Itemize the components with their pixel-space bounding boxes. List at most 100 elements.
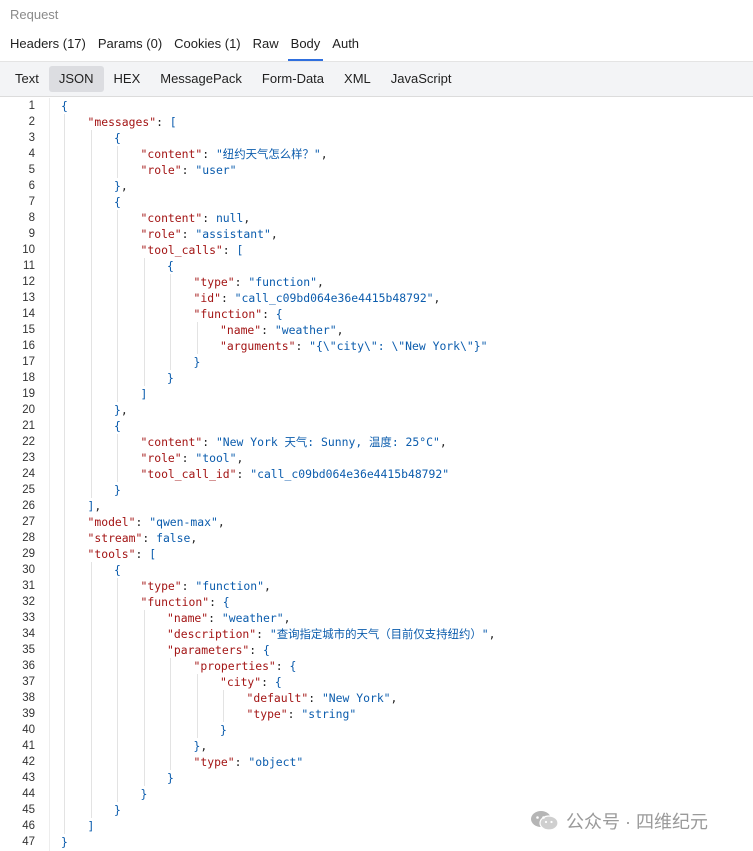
code-token: "查询指定城市的天气（目前仅支持纽约）" (269, 627, 489, 641)
indent-guide (64, 114, 65, 834)
line-number: 14 (22, 308, 35, 320)
code-token: } (167, 771, 174, 785)
code-token: "id" (193, 291, 221, 305)
code-token: : (222, 243, 237, 257)
code-token: "name" (220, 323, 262, 337)
code-token: , (94, 499, 102, 513)
line-number: 44 (22, 788, 35, 800)
code-line: { (61, 98, 68, 114)
code-token: null (215, 211, 244, 225)
code-line: "id": "call_c09bd064e36e4415b48792", (194, 290, 441, 306)
code-token: : (202, 211, 216, 225)
code-line: ] (88, 818, 95, 834)
code-token: "weather" (221, 611, 284, 625)
line-number: 23 (22, 452, 35, 464)
code-token: : (234, 275, 249, 289)
subtab-hex[interactable]: HEX (104, 66, 151, 92)
wechat-icon (530, 809, 560, 833)
line-number: 40 (22, 724, 35, 736)
indent-guide (170, 274, 171, 370)
code-line: "messages": [ (88, 114, 177, 130)
code-line: } (114, 482, 121, 498)
code-token: "tools" (87, 547, 136, 561)
code-token: } (167, 371, 174, 385)
code-token: "function" (193, 307, 263, 321)
indent-guide (90, 562, 92, 818)
line-number: 35 (22, 644, 35, 656)
code-token: "weather" (274, 323, 337, 337)
code-line: "tool_calls": [ (141, 242, 244, 258)
code-line: { (114, 562, 121, 578)
code-token: { (275, 307, 283, 321)
indent-guide (223, 690, 224, 722)
code-token: "name" (167, 611, 209, 625)
line-number: 10 (22, 244, 35, 256)
line-number: 37 (22, 676, 35, 688)
line-number: 41 (22, 740, 35, 752)
tab-params[interactable]: Params (0) (92, 34, 168, 61)
subtab-messagepack[interactable]: MessagePack (150, 66, 252, 92)
line-number: 2 (28, 116, 35, 128)
code-line: "arguments": "{\"city\": \"New York\"}" (220, 338, 487, 354)
line-number: 29 (22, 548, 35, 560)
line-number: 3 (28, 132, 35, 144)
code-token: "type" (193, 275, 235, 289)
line-number: 7 (28, 196, 35, 208)
code-token: , (217, 515, 225, 529)
code-token: : (202, 147, 216, 161)
code-token: : (262, 307, 276, 321)
subtab-form-data[interactable]: Form-Data (252, 66, 334, 92)
subtab-xml[interactable]: XML (334, 66, 381, 92)
code-token: , (439, 435, 447, 449)
code-token: : (287, 707, 302, 721)
code-token: "type" (140, 579, 182, 593)
subtab-text[interactable]: Text (5, 66, 49, 92)
code-line: "content": "纽约天气怎么样？", (141, 146, 328, 162)
code-token: ] (87, 819, 95, 833)
code-token: : (135, 547, 150, 561)
code-token: , (120, 403, 128, 417)
code-token: : (135, 515, 150, 529)
code-line: "content": "New York 天气: Sunny, 温度: 25°C… (141, 434, 447, 450)
code-token: } (193, 355, 201, 369)
tab-auth[interactable]: Auth (326, 34, 365, 61)
code-token: "stream" (87, 531, 143, 545)
code-line: { (114, 418, 121, 434)
code-token: "New York 天气: Sunny, 温度: 25°C" (215, 435, 440, 449)
tab-headers[interactable]: Headers (17) (0, 34, 92, 61)
code-token: "content" (140, 435, 203, 449)
line-number: 36 (22, 660, 35, 672)
indent-guide (90, 130, 92, 498)
code-token: "assistant" (195, 227, 271, 241)
request-tabs: Headers (17) Params (0) Cookies (1) Raw … (0, 34, 365, 61)
line-number: 13 (22, 292, 35, 304)
code-token: ] (140, 387, 148, 401)
tab-cookies[interactable]: Cookies (1) (168, 34, 246, 61)
code-token: { (114, 131, 121, 145)
code-line: "type": "object" (194, 754, 304, 770)
code-token: : (181, 227, 196, 241)
line-number: 45 (22, 804, 35, 816)
line-number: 17 (22, 356, 35, 368)
code-token: "content" (140, 211, 203, 225)
json-code-viewer[interactable]: 1 2 3 4 5 6 7 8 9 10 11 12 13 14 15 16 17 18 19 20 21 22 23 24 2… (0, 98, 753, 851)
code-token: { (114, 195, 121, 209)
code-token: , (263, 579, 271, 593)
subtab-javascript[interactable]: JavaScript (381, 66, 462, 92)
code-token: "role" (140, 451, 182, 465)
code-token: , (243, 211, 251, 225)
code-line: "parameters": { (167, 642, 270, 658)
code-line: "role": "assistant", (141, 226, 278, 242)
code-line: "role": "tool", (141, 450, 244, 466)
code-line: { (167, 258, 174, 274)
tab-body[interactable]: Body (285, 34, 327, 61)
code-token: : (236, 467, 251, 481)
code-token: : (249, 643, 264, 657)
code-line: "city": { (220, 674, 282, 690)
subtab-json[interactable]: JSON (48, 66, 104, 92)
code-token: { (289, 659, 297, 673)
tab-raw[interactable]: Raw (247, 34, 285, 61)
indent-guide (117, 146, 118, 178)
code-token: "default" (246, 691, 309, 705)
code-token: "New York" (321, 691, 391, 705)
